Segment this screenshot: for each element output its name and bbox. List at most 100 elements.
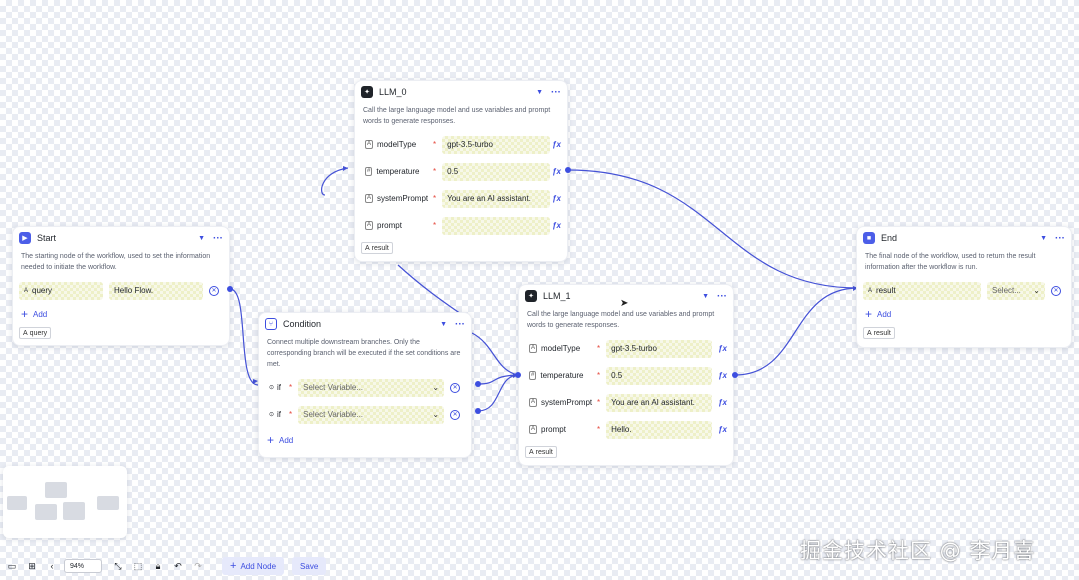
lock-icon[interactable]: 🔒︎ bbox=[150, 561, 166, 572]
more-icon[interactable]: ··· bbox=[717, 291, 727, 302]
llm-node-1[interactable]: ✦ LLM_1 ▼ ··· Call the large language mo… bbox=[518, 284, 734, 466]
llm-icon: ✦ bbox=[525, 290, 537, 302]
param-value-field[interactable]: Hello. bbox=[606, 420, 712, 439]
minimap[interactable] bbox=[3, 466, 127, 538]
edge-condition-llm1-c bbox=[471, 332, 519, 376]
output-name: query bbox=[29, 329, 48, 337]
param-value-field[interactable]: You are an AI assistant. bbox=[606, 393, 712, 412]
text-type-icon: A bbox=[365, 140, 374, 149]
canvas-toolbar: ▭ ⊞ ‹ 94% ⤡ ⬚ 🔒︎ ↶ ↷ + Add Node Save bbox=[0, 556, 327, 576]
start-node[interactable]: ▶ Start ▼ ··· The starting node of the w… bbox=[12, 226, 230, 346]
chevron-down-icon[interactable]: ▼ bbox=[536, 89, 543, 96]
param-row: Aprompt * ƒx bbox=[355, 212, 567, 239]
variable-select[interactable]: Select Variable... ⌄ bbox=[298, 378, 444, 397]
variable-icon[interactable]: ƒx bbox=[552, 167, 561, 176]
param-name-field[interactable]: Aresult bbox=[863, 281, 981, 300]
llm1-output-handle[interactable] bbox=[732, 372, 738, 378]
param-value-field[interactable]: 0.5 bbox=[442, 162, 550, 181]
add-node-button[interactable]: + Add Node bbox=[222, 557, 285, 575]
param-name: systemPrompt bbox=[377, 194, 429, 203]
chevron-down-icon: ⌄ bbox=[432, 383, 440, 392]
add-param-button[interactable]: + Add bbox=[13, 304, 229, 324]
fit-view-icon[interactable]: ⤡ bbox=[110, 561, 126, 572]
llm0-output-handle[interactable] bbox=[565, 167, 571, 173]
param-name: prompt bbox=[541, 425, 566, 434]
remove-icon[interactable]: ✕ bbox=[209, 285, 219, 296]
add-param-button[interactable]: + Add bbox=[857, 304, 1071, 324]
minimap-node bbox=[35, 504, 57, 520]
minimap-toggle-icon[interactable]: ▭ bbox=[4, 561, 20, 572]
param-value-field[interactable]: gpt-3.5-turbo bbox=[606, 339, 712, 358]
variable-icon[interactable]: ƒx bbox=[552, 221, 561, 230]
node-description: The final node of the workflow, used to … bbox=[865, 253, 1036, 271]
zoom-out-icon[interactable]: ‹ bbox=[44, 561, 60, 571]
param-value-field[interactable]: You are an AI assistant. bbox=[442, 189, 550, 208]
zoom-input[interactable]: 94% bbox=[64, 559, 102, 573]
watermark: 掘金技术社区 @ 李月喜 bbox=[800, 539, 1036, 563]
param-row: AsystemPrompt * You are an AI assistant.… bbox=[519, 389, 733, 416]
param-name-field[interactable]: Aquery bbox=[19, 281, 103, 300]
param-name: result bbox=[876, 286, 896, 295]
add-label: Add bbox=[33, 309, 48, 319]
param-name: systemPrompt bbox=[541, 398, 593, 407]
undo-icon[interactable]: ↶ bbox=[170, 561, 186, 572]
condition-branch-2-handle[interactable] bbox=[475, 408, 481, 414]
param-row: Aresult Select... ⌄ ✕ bbox=[857, 277, 1071, 304]
more-icon[interactable]: ··· bbox=[455, 319, 465, 330]
chevron-down-icon: ⌄ bbox=[432, 410, 440, 419]
llm-node-0[interactable]: ✦ LLM_0 ▼ ··· Call the large language mo… bbox=[354, 80, 568, 262]
remove-icon[interactable]: ✕ bbox=[1051, 285, 1061, 296]
param-name: temperature bbox=[540, 371, 584, 380]
variable-icon[interactable]: ƒx bbox=[718, 344, 727, 353]
variable-select[interactable]: Select Variable... ⌄ bbox=[298, 405, 444, 424]
more-icon[interactable]: ··· bbox=[551, 87, 561, 98]
redo-icon[interactable]: ↷ bbox=[190, 561, 206, 572]
plus-icon: + bbox=[865, 307, 873, 321]
more-icon[interactable]: ··· bbox=[213, 233, 223, 244]
start-output-handle[interactable] bbox=[227, 286, 233, 292]
more-icon[interactable]: ··· bbox=[1055, 233, 1065, 244]
output-tag: Aresult bbox=[525, 446, 557, 458]
llm-icon: ✦ bbox=[361, 86, 373, 98]
save-button[interactable]: Save bbox=[292, 557, 327, 575]
variable-icon[interactable]: ƒx bbox=[718, 425, 727, 434]
required-mark: * bbox=[289, 410, 293, 419]
param-row: AmodelType * gpt-3.5-turbo ƒx bbox=[519, 335, 733, 362]
param-value-field[interactable] bbox=[442, 216, 550, 235]
minimap-node bbox=[97, 496, 119, 510]
chevron-down-icon[interactable]: ▼ bbox=[1040, 235, 1047, 242]
text-type-icon: A bbox=[529, 398, 538, 407]
condition-node[interactable]: ⑂ Condition ▼ ··· Connect multiple downs… bbox=[258, 312, 472, 458]
param-row: Aprompt * Hello. ƒx bbox=[519, 416, 733, 443]
minimap-node bbox=[45, 482, 67, 498]
variable-icon[interactable]: ƒx bbox=[552, 140, 561, 149]
value-select[interactable]: Select... ⌄ bbox=[987, 281, 1045, 300]
edge-llm0-end bbox=[567, 169, 859, 289]
chevron-down-icon: ⌄ bbox=[1033, 286, 1040, 295]
node-description: Call the large language model and use va… bbox=[363, 107, 551, 125]
add-condition-button[interactable]: + Add bbox=[259, 430, 471, 450]
param-value-field[interactable]: 0.5 bbox=[606, 366, 712, 385]
select-icon[interactable]: ⬚ bbox=[130, 561, 146, 572]
variable-icon[interactable]: ƒx bbox=[718, 398, 727, 407]
variable-icon[interactable]: ƒx bbox=[718, 371, 727, 380]
minimap-node bbox=[63, 502, 85, 520]
minimap-node bbox=[7, 496, 27, 510]
output-name: result bbox=[873, 329, 891, 337]
param-value-field[interactable]: Hello Flow. bbox=[109, 281, 203, 300]
end-node[interactable]: ■ End ▼ ··· The final node of the workfl… bbox=[856, 226, 1072, 348]
end-icon: ■ bbox=[863, 232, 875, 244]
remove-icon[interactable]: ✕ bbox=[450, 409, 461, 420]
chevron-down-icon[interactable]: ▼ bbox=[440, 321, 447, 328]
remove-icon[interactable]: ✕ bbox=[450, 382, 461, 393]
layout-icon[interactable]: ⊞ bbox=[24, 561, 40, 572]
node-title: Start bbox=[37, 233, 57, 243]
chevron-down-icon[interactable]: ▼ bbox=[702, 293, 709, 300]
text-type-icon: A bbox=[365, 194, 374, 203]
llm1-input-handle[interactable] bbox=[515, 372, 521, 378]
param-value-field[interactable]: gpt-3.5-turbo bbox=[442, 135, 550, 154]
chevron-down-icon[interactable]: ▼ bbox=[198, 235, 205, 242]
variable-icon[interactable]: ƒx bbox=[552, 194, 561, 203]
text-type-icon: A bbox=[529, 344, 538, 353]
condition-branch-1-handle[interactable] bbox=[475, 381, 481, 387]
